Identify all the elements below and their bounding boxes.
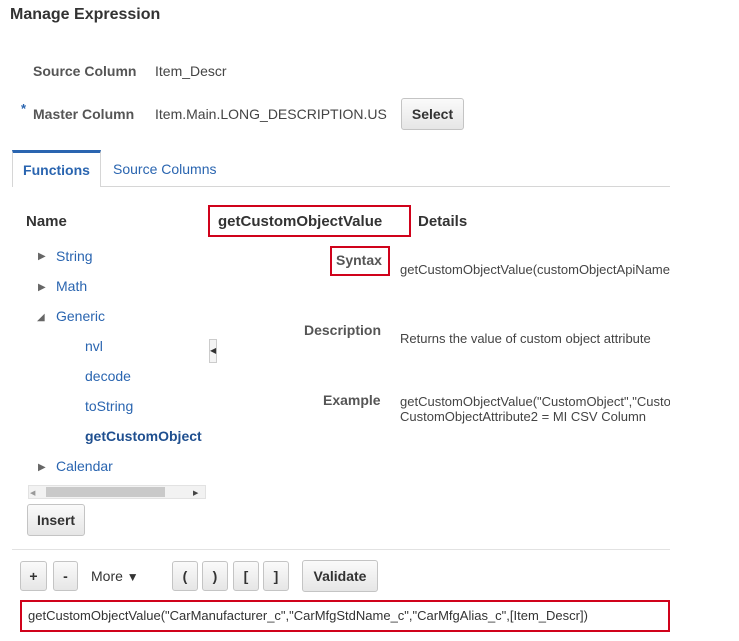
more-menu[interactable]: More ▼ — [91, 568, 139, 584]
tree-item-tostring[interactable]: toString — [85, 398, 133, 414]
tree-item-calendar[interactable]: Calendar — [56, 458, 113, 474]
description-label: Description — [304, 322, 382, 338]
page-title: Manage Expression — [10, 6, 161, 23]
open-bracket-button[interactable]: [ — [233, 561, 259, 591]
close-bracket-button[interactable]: ] — [263, 561, 289, 591]
scroll-right-icon[interactable]: ▶ — [193, 489, 198, 497]
collapse-pane-icon[interactable]: ◀ — [209, 339, 217, 363]
validate-button[interactable]: Validate — [302, 560, 378, 592]
expand-arrow-icon[interactable]: ▶ — [38, 251, 46, 262]
example-label: Example — [323, 392, 381, 408]
tree-item-getcustomobject[interactable]: getCustomObject — [85, 428, 202, 444]
plus-button[interactable]: + — [20, 561, 47, 591]
source-column-value: Item_Descr — [155, 63, 227, 79]
example-line-1: getCustomObjectValue("CustomObject","Cus… — [400, 394, 670, 409]
tree-item-decode[interactable]: decode — [85, 368, 131, 384]
expression-value[interactable]: getCustomObjectValue("CarManufacturer_c"… — [28, 608, 664, 623]
select-button[interactable]: Select — [401, 98, 464, 130]
tab-functions[interactable]: Functions — [12, 150, 101, 187]
collapse-arrow-icon[interactable]: ◢ — [37, 312, 45, 323]
tree-item-generic[interactable]: Generic — [56, 308, 105, 324]
more-label: More — [91, 568, 123, 584]
tree-item-math[interactable]: Math — [56, 278, 87, 294]
scroll-left-icon[interactable]: ◀ — [30, 489, 35, 497]
syntax-label: Syntax — [336, 252, 382, 268]
open-paren-button[interactable]: ( — [172, 561, 198, 591]
description-value: Returns the value of custom object attri… — [400, 331, 651, 346]
tree-item-string[interactable]: String — [56, 248, 93, 264]
source-column-label: Source Column — [33, 63, 137, 79]
details-function-name: getCustomObjectValue — [218, 213, 383, 230]
section-divider — [12, 549, 670, 550]
minus-button[interactable]: - — [53, 561, 78, 591]
required-indicator: * — [21, 101, 27, 116]
master-column-value: Item.Main.LONG_DESCRIPTION.US — [155, 106, 387, 122]
chevron-down-icon: ▼ — [126, 570, 139, 584]
expand-arrow-icon[interactable]: ▶ — [38, 282, 46, 293]
tree-item-nvl[interactable]: nvl — [85, 338, 103, 354]
scrollbar-thumb[interactable] — [46, 487, 165, 497]
close-paren-button[interactable]: ) — [202, 561, 228, 591]
expand-arrow-icon[interactable]: ▶ — [38, 462, 46, 473]
insert-button[interactable]: Insert — [27, 504, 85, 536]
tab-source-columns[interactable]: Source Columns — [104, 150, 226, 187]
example-line-2: CustomObjectAttribute2 = MI CSV Column — [400, 409, 647, 424]
syntax-value: getCustomObjectValue(customObjectApiName — [400, 262, 670, 277]
master-column-label: Master Column — [33, 106, 135, 122]
details-header: Details — [418, 213, 468, 230]
name-column-header: Name — [26, 213, 67, 230]
